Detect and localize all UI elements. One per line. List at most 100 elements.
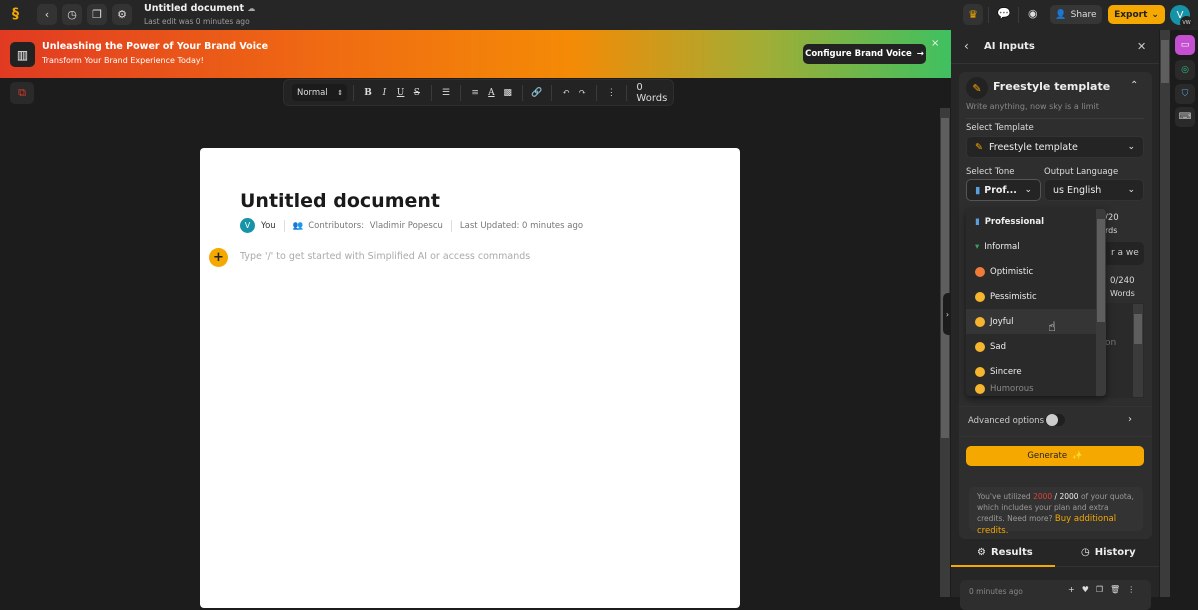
share-button[interactable]: 👤 Share <box>1050 5 1102 24</box>
plus-icon[interactable]: + <box>1068 585 1075 594</box>
underline-button[interactable]: U <box>392 88 408 98</box>
bullet-list-button[interactable]: ☰ <box>438 88 454 98</box>
comments-button[interactable]: 💬 <box>997 7 1011 20</box>
pencil-icon: ✎ <box>966 77 988 99</box>
brand-tool-button[interactable]: ⧉ <box>10 82 34 104</box>
star-eyes-emoji-icon <box>975 266 985 277</box>
advanced-options-expand[interactable]: › <box>1128 414 1132 425</box>
panel-close-button[interactable]: ✕ <box>1137 40 1146 53</box>
divider <box>625 84 627 101</box>
dropdown-scrollbar[interactable] <box>1096 209 1106 396</box>
history-button[interactable]: ◷ <box>62 4 82 25</box>
rail-shield-button[interactable]: ⛉ <box>1175 84 1195 104</box>
trash-icon[interactable]: 🗑 <box>1110 585 1120 594</box>
format-toolbar: Normal ⇕ B I U S ☰ ≡ A ▩ 🔗 ↶ ↷ ⋮ 0 Words <box>283 79 674 106</box>
settings-button[interactable]: ⚙ <box>112 4 132 25</box>
results-icon: ⚙ <box>977 547 986 558</box>
template-select[interactable]: ✎ Freestyle template ⌄ <box>966 136 1144 158</box>
copy-icon[interactable]: ❐ <box>1096 585 1103 594</box>
chevron-down-icon: ⌄ <box>1024 185 1032 195</box>
configure-brand-voice-button[interactable]: Configure Brand Voice → <box>803 44 926 64</box>
counter-2-unit: Words <box>1110 289 1135 298</box>
counter-1-unit: rds <box>1105 226 1118 235</box>
scrollbar-thumb[interactable] <box>1134 314 1142 344</box>
pencil-icon: ✎ <box>975 141 983 153</box>
jeans-icon: ▮ <box>975 216 980 227</box>
undo-icon: ↶ <box>562 87 570 98</box>
align-button[interactable]: ≡ <box>467 88 483 98</box>
link-button[interactable]: 🔗 <box>529 88 545 98</box>
results-tabs: ⚙ Results ◷ History <box>951 541 1159 567</box>
redo-button[interactable]: ↷ <box>574 88 590 98</box>
tshirt-icon: ▾ <box>975 241 980 252</box>
contributors-icon: 👥 <box>292 220 304 231</box>
brand-icon: ⧉ <box>18 86 26 99</box>
tone-select[interactable]: ▮ Prof... ⌄ <box>966 179 1041 201</box>
scrollbar-thumb[interactable] <box>1097 219 1105 322</box>
rail-ai-button[interactable]: ◎ <box>1175 60 1195 80</box>
copy-button[interactable]: ❐ <box>87 4 107 25</box>
premium-button[interactable]: ♛ <box>963 4 983 25</box>
author-avatar: V <box>240 218 255 233</box>
output-language-select[interactable]: us English ⌄ <box>1044 179 1144 201</box>
bold-button[interactable]: B <box>360 88 376 98</box>
tone-option[interactable]: Joyful <box>966 309 1106 334</box>
align-left-icon: ≡ <box>471 87 479 98</box>
more-button[interactable]: ⋮ <box>603 88 619 98</box>
heart-icon[interactable]: ♥ <box>1082 585 1089 594</box>
tone-option[interactable]: ▾ Informal <box>966 234 1106 259</box>
strikethrough-button[interactable]: S <box>409 88 425 98</box>
generate-button[interactable]: Generate ✨ <box>966 446 1144 466</box>
tone-option[interactable]: Optimistic <box>966 259 1106 284</box>
tone-option[interactable]: Sad <box>966 334 1106 359</box>
collapse-card-button[interactable]: ⌃ <box>1130 80 1138 91</box>
banner-title: Unleashing the Power of Your Brand Voice <box>42 41 269 52</box>
textarea-scrollbar[interactable] <box>1133 304 1143 397</box>
logo-icon[interactable]: § <box>12 6 28 24</box>
tone-option[interactable]: Humorous <box>966 384 1106 396</box>
contributors-value: Vladimir Popescu <box>369 220 443 231</box>
back-button[interactable]: ‹ <box>37 4 57 25</box>
tone-option[interactable]: Sincere <box>966 359 1106 384</box>
editor-scrollbar[interactable] <box>940 108 950 597</box>
last-updated: Last Updated: 0 minutes ago <box>459 220 584 231</box>
divider <box>430 84 432 101</box>
jeans-icon: ▮ <box>975 184 981 196</box>
brand-voice-banner: ▥ Unleashing the Power of Your Brand Voi… <box>0 30 951 78</box>
document-title[interactable]: Untitled document ☁ <box>144 3 255 14</box>
export-button[interactable]: Export ⌄ <box>1108 5 1165 24</box>
banner-close-button[interactable]: × <box>931 38 939 49</box>
insert-block-button[interactable]: + <box>209 248 228 267</box>
panel-scrollbar[interactable] <box>1160 30 1170 597</box>
scrollbar-thumb[interactable] <box>1161 40 1169 83</box>
select-tone-label: Select Tone <box>966 167 1015 177</box>
undo-button[interactable]: ↶ <box>558 88 574 98</box>
scrollbar-thumb[interactable] <box>941 118 949 438</box>
emoji-icon <box>975 384 985 394</box>
text-style-select[interactable]: Normal ⇕ <box>292 84 348 101</box>
tone-option[interactable]: ▮ Professional <box>966 209 1106 234</box>
laughing-emoji-icon <box>975 316 985 327</box>
editor-placeholder[interactable]: Type '/' to get started with Simplified … <box>240 251 530 262</box>
topic-input[interactable]: r a we <box>1101 242 1144 265</box>
chat-icon: ▭ <box>1180 40 1190 50</box>
advanced-options-toggle[interactable] <box>1045 414 1065 426</box>
highlight-button[interactable]: ▩ <box>500 88 516 98</box>
panel-back-button[interactable]: ‹ <box>964 39 969 53</box>
divider <box>460 84 462 101</box>
tab-history[interactable]: ◷ History <box>1081 547 1136 558</box>
rolling-eyes-emoji-icon <box>975 291 985 302</box>
more-vertical-icon[interactable]: ⋮ <box>1127 585 1135 594</box>
updown-icon: ⇕ <box>337 88 344 97</box>
text-color-button[interactable]: A <box>483 88 499 98</box>
tone-option[interactable]: Pessimistic <box>966 284 1106 309</box>
rail-keyboard-button[interactable]: ⌨ <box>1175 107 1195 127</box>
close-icon: ✕ <box>1137 40 1147 53</box>
italic-button[interactable]: I <box>376 88 392 98</box>
tab-results[interactable]: ⚙ Results <box>977 547 1033 558</box>
select-template-label: Select Template <box>966 123 1034 133</box>
preview-button[interactable]: ◉ <box>1028 7 1038 20</box>
page-title[interactable]: Untitled document <box>240 190 440 212</box>
ai-circle-icon: ◎ <box>1181 65 1189 75</box>
rail-chat-button[interactable]: ▭ <box>1175 35 1195 55</box>
